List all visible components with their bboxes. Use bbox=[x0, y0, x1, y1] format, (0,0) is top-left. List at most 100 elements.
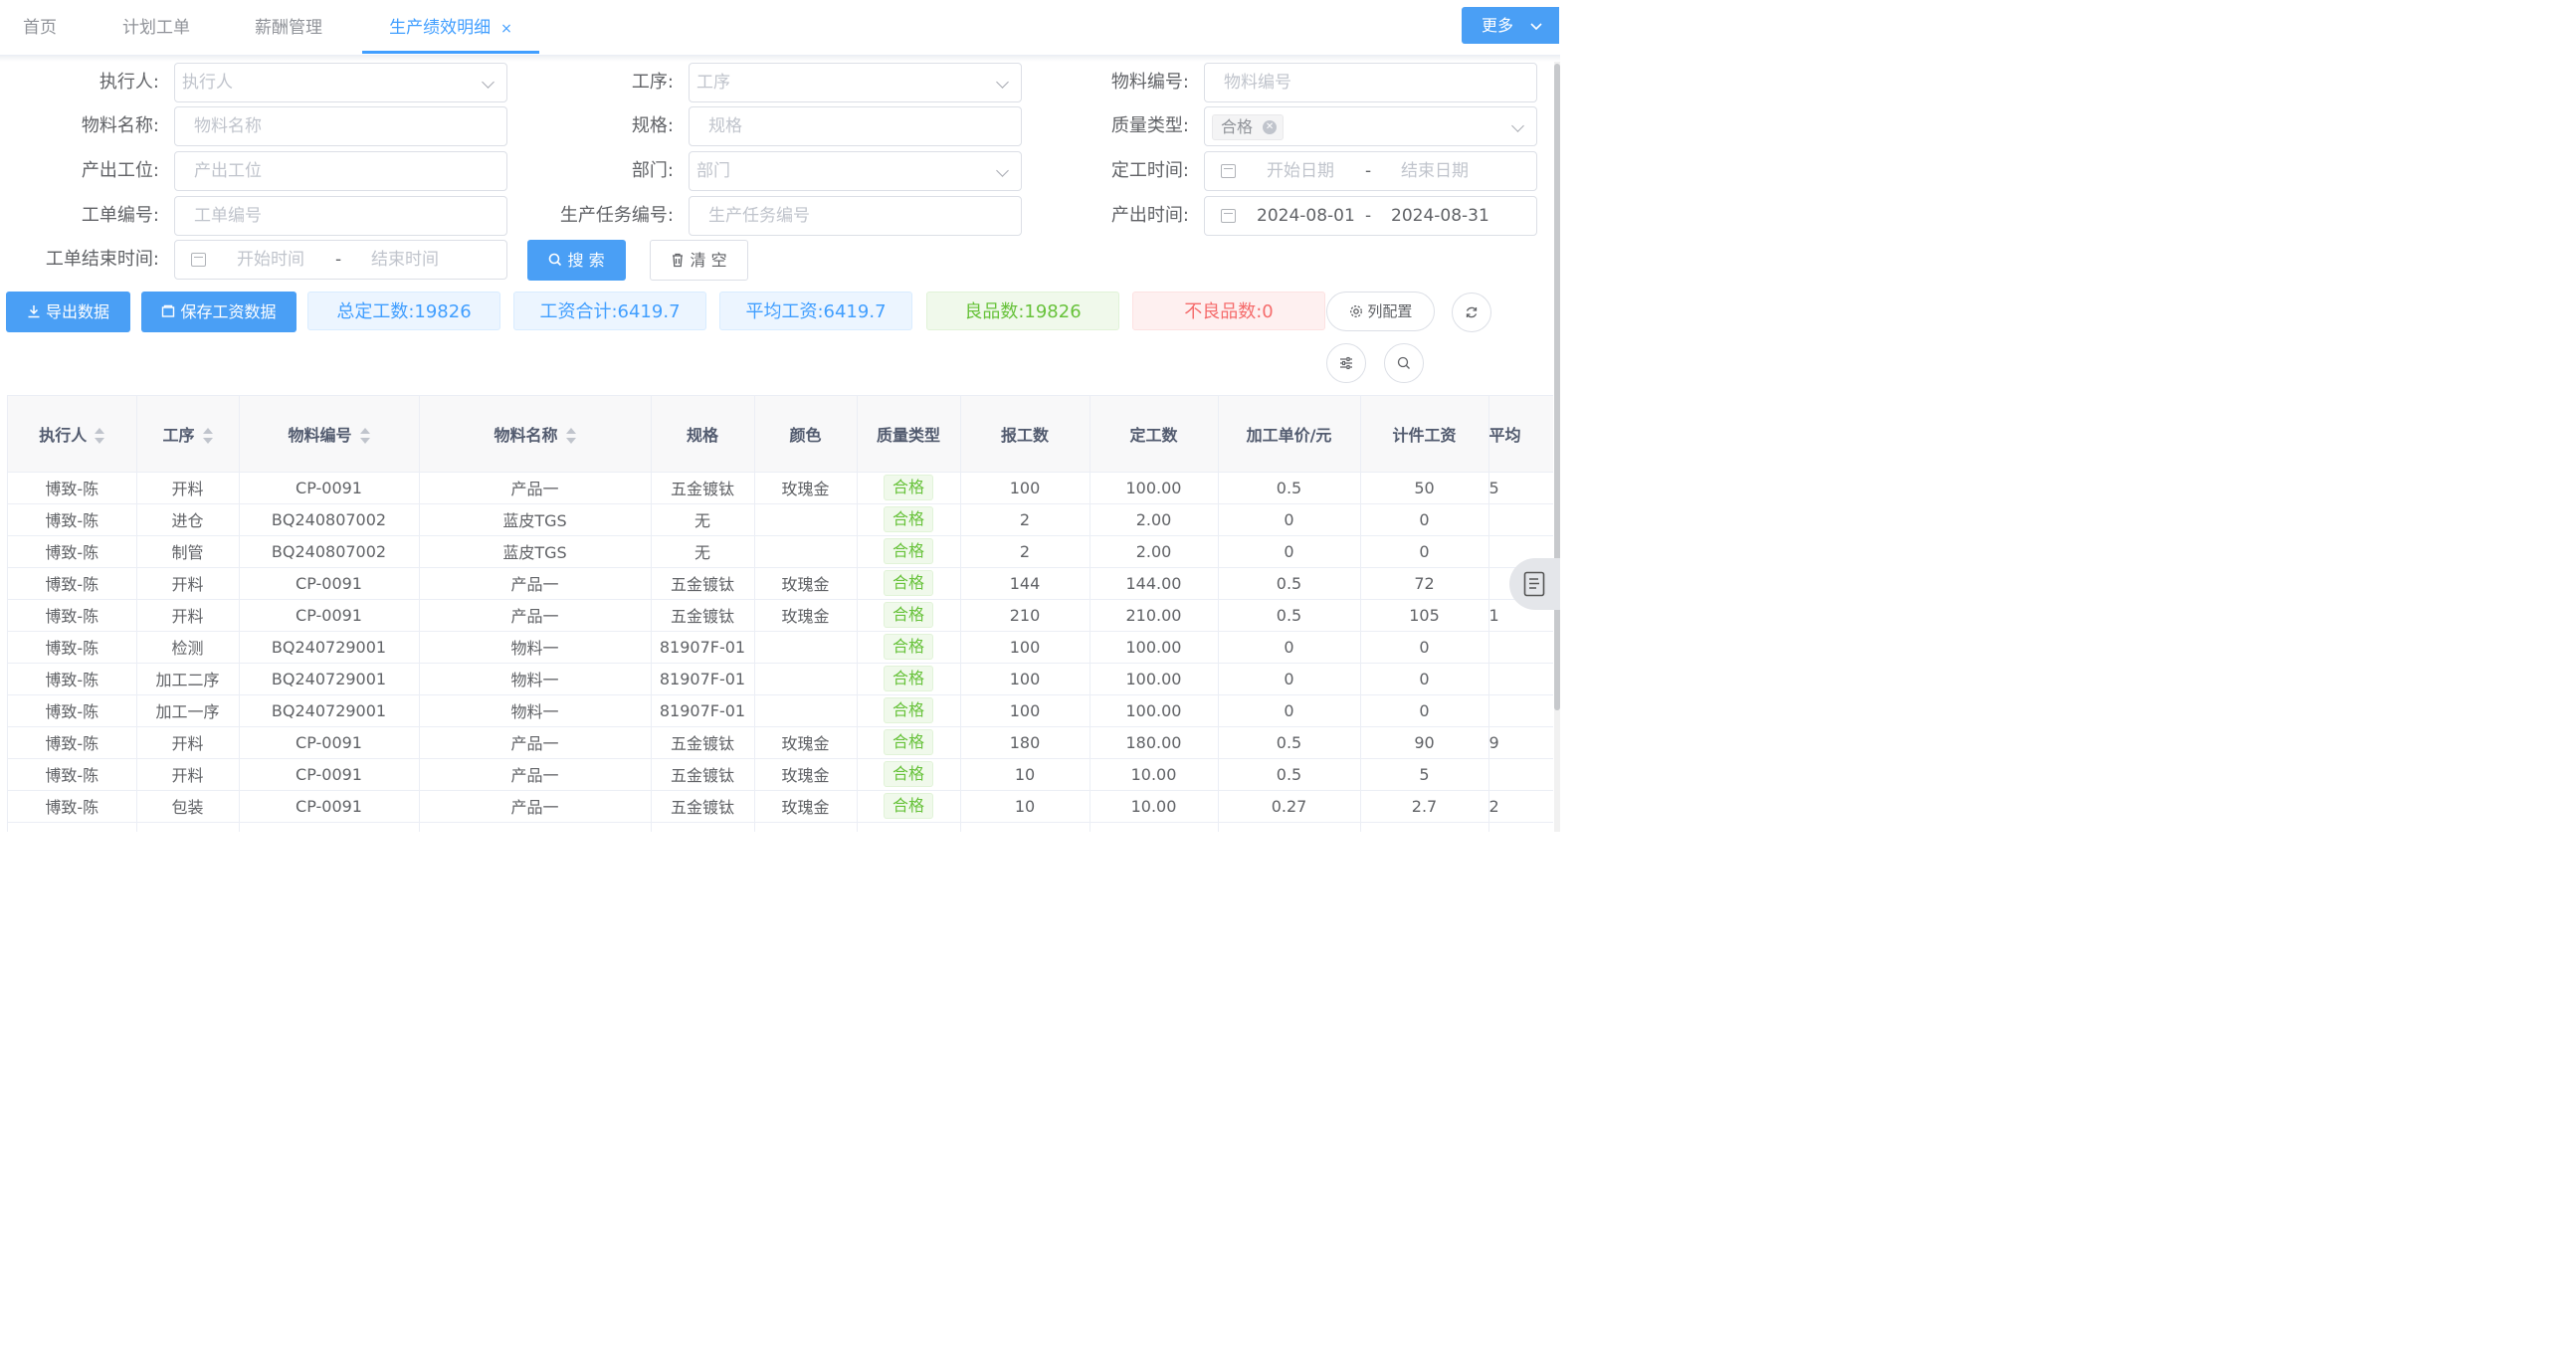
output-time-range[interactable]: 2024-08-01 - 2024-08-31 bbox=[1204, 196, 1537, 236]
table-cell: 2 bbox=[960, 503, 1090, 536]
table-row[interactable]: 博致-陈 进仓 BQ240807002 蓝皮TGS 无合格 2 2.00 0 0 bbox=[8, 503, 1553, 536]
table-cell: 开料 bbox=[136, 472, 240, 504]
fixed-time-start[interactable]: 开始日期 bbox=[1267, 152, 1334, 190]
calendar-icon bbox=[1221, 209, 1236, 223]
table-cell: 合格 bbox=[857, 472, 961, 504]
table-cell: 五金镀钛 bbox=[651, 726, 755, 759]
table-cell: 144.00 bbox=[1090, 567, 1219, 600]
table-cell: 博致-陈 bbox=[8, 631, 137, 664]
table-cell: 制管 bbox=[136, 535, 240, 568]
quality-status-tag: 合格 bbox=[883, 602, 933, 628]
table-row[interactable]: 博致-陈 开料 CP-0091 产品一 五金镀钛 玫瑰金 合格 210 210.00 0.5 105… bbox=[8, 599, 1553, 632]
table-cell: 0.5 bbox=[1218, 758, 1361, 791]
column-config-button[interactable]: 列配置 bbox=[1326, 292, 1435, 331]
sort-caret-icon[interactable] bbox=[95, 428, 105, 445]
table-row[interactable]: 博致-陈 加工一序 BQ240729001 物料一 81907F-01 合格 100 100.… bbox=[8, 694, 1553, 727]
order-no-input[interactable]: 工单编号 bbox=[174, 196, 507, 236]
chevron-down-icon bbox=[1530, 9, 1542, 46]
output-station-input[interactable]: 产出工位 bbox=[174, 151, 507, 191]
task-no-input[interactable]: 生产任务编号 bbox=[689, 196, 1022, 236]
table-cell: 玫瑰金 bbox=[754, 599, 858, 632]
tab-home[interactable]: 首页 bbox=[0, 0, 80, 54]
refresh-icon bbox=[1465, 303, 1479, 321]
table-row[interactable]: 博致-陈 加工二序 BQ240729001 物料一 81907F-01 合格 100 100.… bbox=[8, 663, 1553, 695]
table-row[interactable]: 博致-陈 包装 CP-0091 产品一 五金镀钛 玫瑰金 合格 10 10.00 0.27 2.7 2 bbox=[8, 790, 1553, 823]
table-row[interactable]: 博致-陈 开料 CP-0091 产品一 五金镀钛 玫瑰金 合格 180 180.00 0.5 90 9 bbox=[8, 726, 1553, 759]
table-row[interactable] bbox=[8, 822, 1553, 832]
table-cell: 0 bbox=[1218, 694, 1361, 727]
table-row[interactable]: 博致-陈 检测 BQ240729001 物料一 81907F-01 合格 100 100.00… bbox=[8, 631, 1553, 664]
table-row[interactable]: 博致-陈 开料 CP-0091 产品一 五金镀钛 玫瑰金 合格 144 144.00 0.5 72 bbox=[8, 567, 1553, 600]
column-header[interactable]: 执行人 bbox=[8, 396, 137, 473]
column-header[interactable]: 工序 bbox=[136, 396, 240, 473]
table-cell: 72 bbox=[1360, 567, 1489, 600]
table-cell: BQ240807002 bbox=[239, 503, 420, 536]
table-cell: 180.00 bbox=[1090, 726, 1219, 759]
table-cell: 合格 bbox=[857, 663, 961, 695]
table-row[interactable]: 博致-陈 制管 BQ240807002 蓝皮TGS 无合格 2 2.00 0 0 bbox=[8, 535, 1553, 568]
output-time-end[interactable]: 2024-08-31 bbox=[1391, 197, 1489, 235]
table-cell bbox=[1218, 822, 1361, 832]
clear-button[interactable]: 清 空 bbox=[650, 240, 748, 281]
quality-status-tag: 合格 bbox=[883, 729, 933, 755]
table-cell: 产品一 bbox=[419, 472, 652, 504]
tab-production-performance[interactable]: 生产绩效明细 × bbox=[362, 0, 539, 54]
table-cell: 0 bbox=[1360, 663, 1489, 695]
tab-plan-order[interactable]: 计划工单 bbox=[104, 0, 208, 54]
material-name-input[interactable]: 物料名称 bbox=[174, 106, 507, 146]
stat-wage-total: 工资合计:6419.7 bbox=[513, 292, 706, 330]
refresh-button[interactable] bbox=[1452, 293, 1491, 332]
fixed-time-end[interactable]: 结束日期 bbox=[1401, 152, 1469, 190]
order-end-time-range[interactable]: 开始时间 - 结束时间 bbox=[174, 240, 507, 280]
column-header[interactable]: 物料编号 bbox=[239, 396, 420, 473]
table-cell: 博致-陈 bbox=[8, 663, 137, 695]
floating-document-button[interactable] bbox=[1509, 558, 1560, 610]
table-cell: 玫瑰金 bbox=[754, 726, 858, 759]
table-row[interactable]: 博致-陈 开料 CP-0091 产品一 五金镀钛 玫瑰金 合格 10 10.00 0.5 5 bbox=[8, 758, 1553, 791]
spec-input[interactable]: 规格 bbox=[689, 106, 1022, 146]
process-select[interactable]: 工序 bbox=[689, 63, 1022, 102]
search-button[interactable]: 搜 索 bbox=[527, 240, 626, 281]
table-cell: 100 bbox=[960, 472, 1090, 504]
quality-type-select[interactable]: 合格 ✕ bbox=[1204, 106, 1537, 146]
table-cell: 2 bbox=[1488, 790, 1553, 823]
table-row[interactable]: 博致-陈 开料 CP-0091 产品一 五金镀钛 玫瑰金 合格 100 100.00 0.5 50 5 bbox=[8, 472, 1553, 504]
sort-caret-icon[interactable] bbox=[565, 428, 576, 445]
filter-settings-button[interactable] bbox=[1326, 343, 1366, 383]
material-code-input[interactable]: 物料编号 bbox=[1204, 63, 1537, 102]
scrollbar-thumb[interactable] bbox=[1554, 64, 1560, 710]
department-select[interactable]: 部门 bbox=[689, 151, 1022, 191]
table-cell: CP-0091 bbox=[239, 472, 420, 504]
save-wage-button[interactable]: 保存工资数据 bbox=[141, 292, 297, 332]
more-button[interactable]: 更多 bbox=[1462, 7, 1559, 44]
table-cell bbox=[1488, 631, 1553, 664]
executor-select[interactable]: 执行人 bbox=[174, 63, 507, 102]
order-end-time-start[interactable]: 开始时间 bbox=[237, 241, 304, 279]
table-cell: 0.5 bbox=[1218, 472, 1361, 504]
sort-caret-icon[interactable] bbox=[202, 428, 213, 445]
column-header[interactable]: 物料名称 bbox=[419, 396, 652, 473]
sort-caret-icon[interactable] bbox=[359, 428, 370, 445]
app-root: 首页 计划工单 薪酬管理 生产绩效明细 × 更多 执行人: 执行人 工序: 工序 … bbox=[0, 0, 1560, 832]
document-icon bbox=[1523, 571, 1545, 601]
table-cell: CP-0091 bbox=[239, 726, 420, 759]
order-end-time-end[interactable]: 结束时间 bbox=[371, 241, 439, 279]
calendar-icon bbox=[191, 253, 206, 267]
table-cell: 100.00 bbox=[1090, 694, 1219, 727]
quality-status-tag: 合格 bbox=[883, 538, 933, 564]
tag-close-icon[interactable]: ✕ bbox=[1263, 120, 1278, 134]
table-cell: 0 bbox=[1218, 631, 1361, 664]
output-time-start[interactable]: 2024-08-01 bbox=[1257, 197, 1355, 235]
table-cell: 5 bbox=[1360, 758, 1489, 791]
table-cell: 开料 bbox=[136, 726, 240, 759]
table-cell: CP-0091 bbox=[239, 567, 420, 600]
column-header: 质量类型 bbox=[857, 396, 961, 473]
table-cell: 包装 bbox=[136, 790, 240, 823]
tab-salary[interactable]: 薪酬管理 bbox=[235, 0, 342, 54]
close-icon[interactable]: × bbox=[500, 21, 512, 37]
fixed-time-range[interactable]: 开始日期 - 结束日期 bbox=[1204, 151, 1537, 191]
process-label: 工序: bbox=[631, 72, 674, 93]
export-button[interactable]: 导出数据 bbox=[6, 292, 130, 332]
column-header: 报工数 bbox=[960, 396, 1090, 473]
toggle-search-button[interactable] bbox=[1384, 343, 1424, 383]
